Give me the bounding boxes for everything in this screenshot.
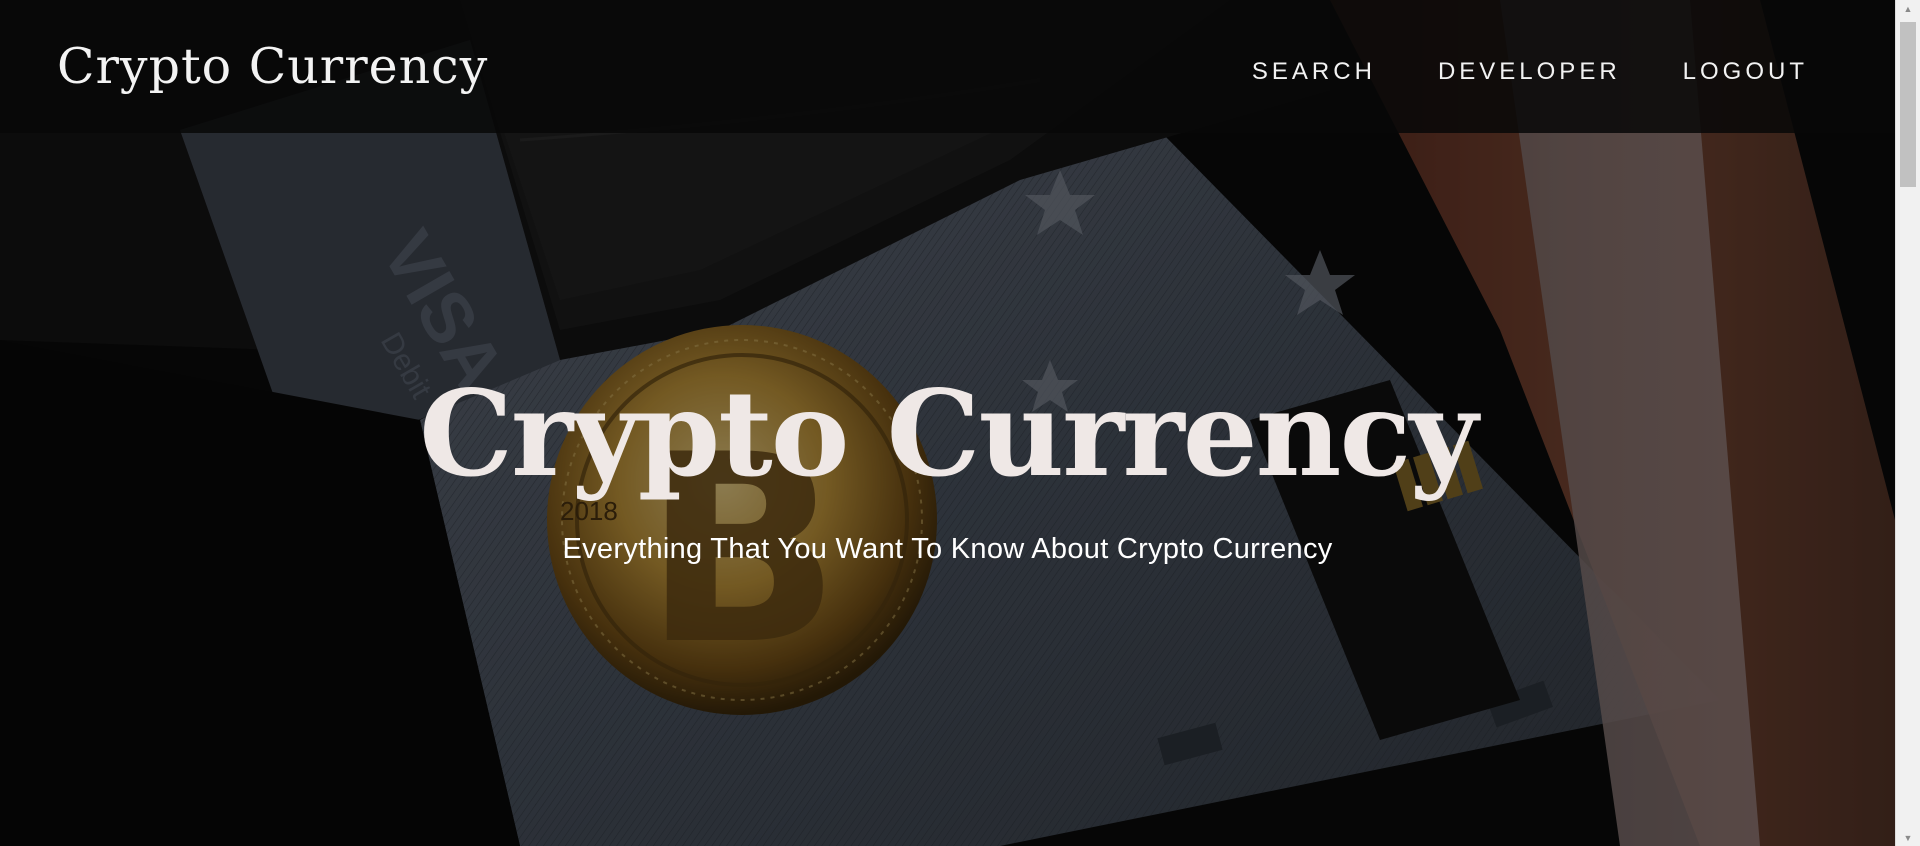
- vertical-scrollbar[interactable]: ▲ ▼: [1895, 0, 1920, 846]
- hero-title: Crypto Currency: [419, 364, 1478, 503]
- scroll-up-arrow-icon[interactable]: ▲: [1896, 0, 1920, 17]
- hero-subtitle: Everything That You Want To Know About C…: [562, 533, 1333, 565]
- scroll-down-arrow-icon[interactable]: ▼: [1896, 829, 1920, 846]
- browser-viewport: VISA Debit B 2018 Crypto Currency SEARCH…: [0, 0, 1920, 846]
- scrollbar-thumb[interactable]: [1900, 22, 1916, 187]
- nav-link-search[interactable]: SEARCH: [1252, 58, 1376, 86]
- top-navbar: Crypto Currency SEARCH DEVELOPER LOGOUT: [0, 0, 1895, 133]
- brand-logo-link[interactable]: Crypto Currency: [57, 38, 488, 95]
- page: VISA Debit B 2018 Crypto Currency SEARCH…: [0, 0, 1895, 846]
- nav-link-developer[interactable]: DEVELOPER: [1438, 58, 1621, 86]
- nav-link-logout[interactable]: LOGOUT: [1683, 58, 1808, 86]
- main-nav: SEARCH DEVELOPER LOGOUT: [1190, 58, 1808, 86]
